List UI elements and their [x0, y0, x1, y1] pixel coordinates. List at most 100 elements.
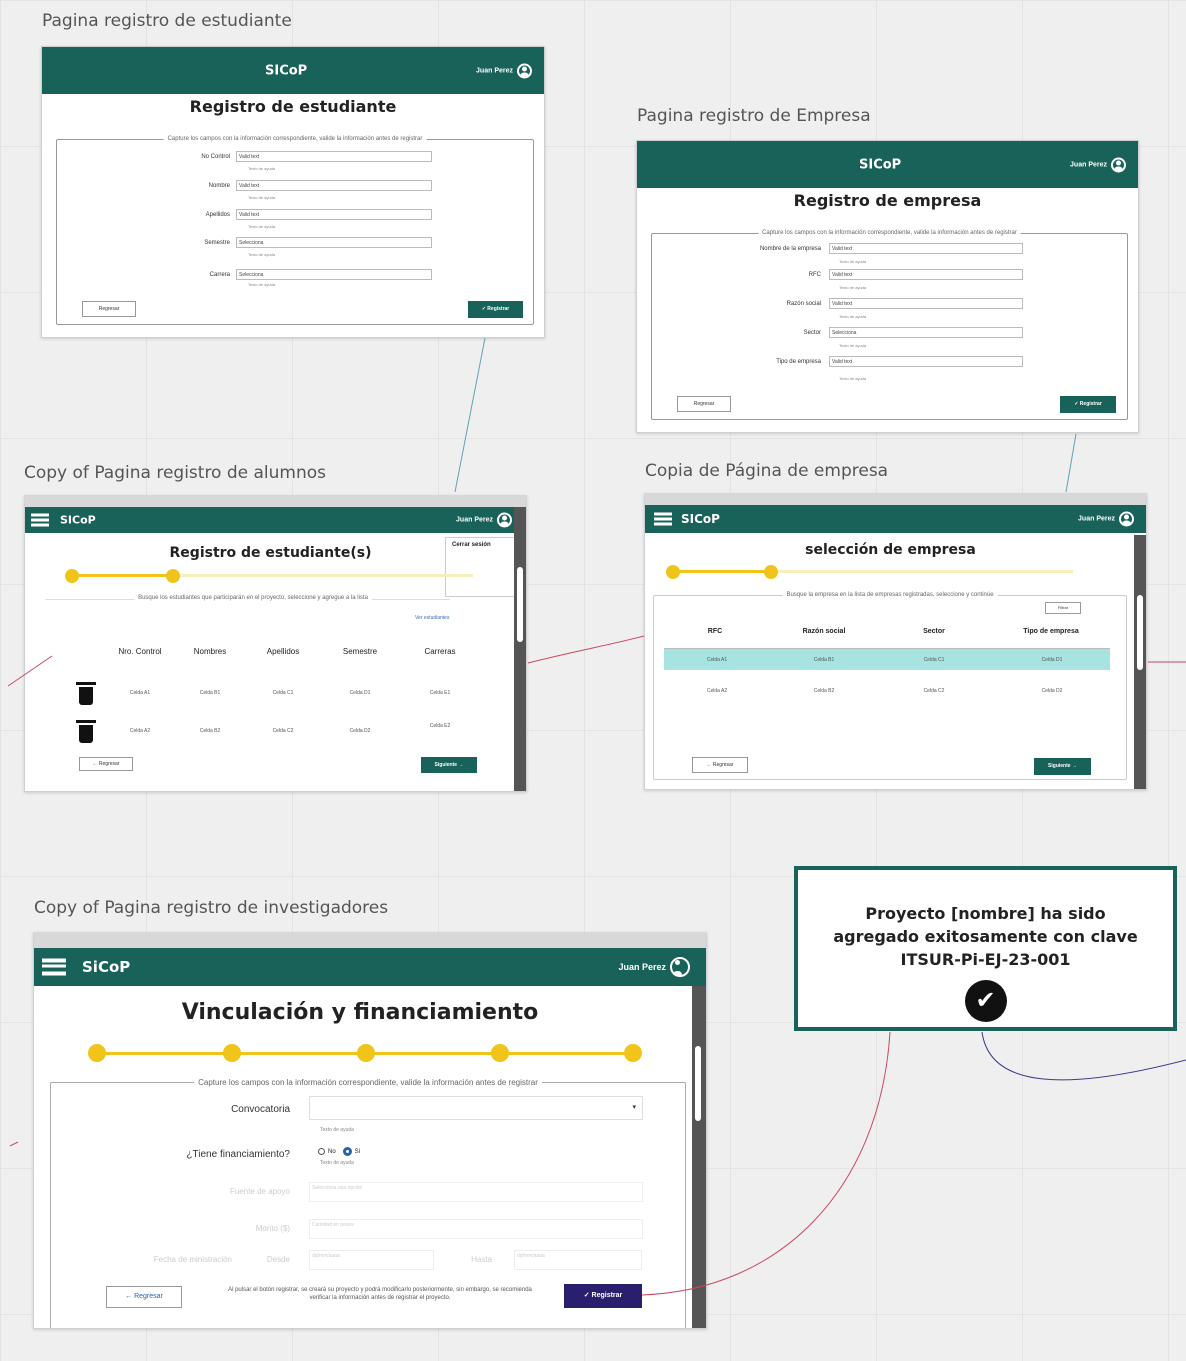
- field-row-apellidos: Apellidos Valid text: [162, 209, 432, 220]
- instruction-text: Busque la empresa en la lista de empresa…: [782, 592, 998, 598]
- user-menu[interactable]: Juan Perez: [476, 63, 532, 78]
- check-circle-icon: ✔: [964, 980, 1007, 1022]
- financing-radio-group: No Sí: [318, 1147, 360, 1156]
- col-header: Semestre: [342, 647, 378, 656]
- success-modal: Proyecto [nombre] ha sido agregado exito…: [794, 866, 1177, 1031]
- table-cell: Celda D2: [1041, 688, 1063, 694]
- scrollbar[interactable]: [692, 986, 706, 1328]
- company-name-input[interactable]: Valid text: [829, 243, 1023, 254]
- col-header: Razón social: [802, 628, 846, 635]
- user-menu[interactable]: Juan Perez: [1078, 511, 1134, 527]
- scrollbar[interactable]: [1134, 535, 1146, 789]
- date-to-input[interactable]: dd/mm/aaaa: [514, 1250, 642, 1270]
- faint-field-label: Desde: [266, 1255, 290, 1264]
- stepper-remaining: [173, 574, 473, 577]
- register-button[interactable]: ✓ Registrar: [468, 301, 523, 318]
- company-selection-frame: SICoP Juan Perez selección de empresa Bu…: [644, 493, 1147, 790]
- menu-icon[interactable]: [654, 512, 672, 526]
- no-control-input[interactable]: Valid text: [236, 151, 432, 162]
- amount-input[interactable]: Cantidad en pesos: [309, 1219, 643, 1239]
- table-cell: Celda C1: [923, 657, 945, 663]
- field-label: RFC: [808, 271, 821, 278]
- convocatoria-label: Convocatoria: [231, 1104, 290, 1115]
- table-cell: Celda B1: [813, 657, 835, 663]
- user-icon: [1119, 511, 1134, 527]
- field-help: Texto de ayuda: [248, 166, 276, 171]
- col-header: Apellidos: [266, 647, 300, 656]
- page-title: Registro de estudiante(s): [169, 545, 372, 561]
- sector-select[interactable]: Selecciona: [829, 327, 1023, 338]
- field-help: Texto de ayuda: [248, 282, 276, 287]
- field-help: Texto de ayuda: [248, 195, 276, 200]
- back-button[interactable]: Regresar: [82, 301, 136, 317]
- form-legend: Capture los campos con la información co…: [194, 1078, 542, 1087]
- menu-icon[interactable]: [42, 958, 66, 976]
- support-source-select[interactable]: Selecciona una opción: [309, 1182, 643, 1202]
- filter-button[interactable]: Filtrar: [1045, 602, 1081, 614]
- col-header: Nombres: [193, 647, 227, 656]
- top-bar: SICoP Juan Perez: [42, 47, 544, 94]
- delete-icon[interactable]: [76, 720, 96, 743]
- warning-text: Al pulsar el botón registrar, se creará …: [228, 1287, 532, 1301]
- table-row-selected[interactable]: Celda A1 Celda B1 Celda C1 Celda D1: [664, 648, 1110, 670]
- field-label: Tipo de empresa: [776, 358, 821, 365]
- col-header: Nro. Control: [118, 647, 162, 656]
- back-button[interactable]: ← Regresar: [106, 1286, 182, 1308]
- register-button[interactable]: ✓ Registrar: [1060, 396, 1116, 413]
- view-students-link[interactable]: Ver estudiantes: [415, 615, 449, 621]
- field-help: Texto de ayuda: [839, 314, 867, 319]
- menu-icon[interactable]: [31, 513, 49, 527]
- back-button[interactable]: Regresar: [677, 396, 731, 412]
- connector-line: [454, 337, 486, 493]
- frame-label: Copy of Pagina registro de alumnos: [24, 463, 327, 483]
- next-button[interactable]: Siguiente →: [1034, 758, 1091, 775]
- user-icon: [517, 63, 532, 78]
- date-from-input[interactable]: dd/mm/aaaa: [309, 1250, 434, 1270]
- rfc-input[interactable]: Valid text: [829, 269, 1023, 280]
- table-cell: Celda C1: [272, 690, 294, 696]
- radio-no[interactable]: [318, 1148, 325, 1155]
- field-row-sector: Sector Selecciona: [727, 327, 1023, 338]
- radio-si-label: Sí: [354, 1148, 361, 1155]
- convocatoria-select[interactable]: ▾: [309, 1096, 643, 1120]
- nombre-input[interactable]: Valid text: [236, 180, 432, 191]
- table-cell: Celda B2: [199, 728, 221, 734]
- table-cell: Celda A1: [706, 657, 728, 663]
- user-name: Juan Perez: [1070, 161, 1107, 168]
- field-row-nombre: Nombre Valid text: [162, 180, 432, 191]
- chevron-down-icon: ▾: [632, 1104, 636, 1111]
- back-button[interactable]: ← Regresar: [79, 757, 133, 771]
- semestre-select[interactable]: Selecciona: [236, 237, 432, 248]
- razon-social-input[interactable]: Valid text: [829, 298, 1023, 309]
- col-header: Sector: [923, 628, 945, 635]
- table-cell: Celda E1: [429, 690, 451, 696]
- form-legend: Capture los campos con la información co…: [163, 136, 427, 142]
- carrera-select[interactable]: Selecciona: [236, 269, 432, 280]
- logout-menu-item[interactable]: Cerrar sesión: [446, 538, 516, 552]
- radio-si[interactable]: [342, 1147, 352, 1156]
- next-button[interactable]: Siguiente →: [421, 757, 477, 773]
- brand-logo: SICoP: [681, 512, 720, 526]
- field-row-rfc: RFC Valid text: [727, 269, 1023, 280]
- field-help: Texto de ayuda: [248, 224, 276, 229]
- top-bar: SICoP Juan Perez: [25, 507, 526, 533]
- apellidos-input[interactable]: Valid text: [236, 209, 432, 220]
- financing-frame: SiCoP Juan Perez Vinculación y financiam…: [33, 932, 707, 1329]
- user-menu[interactable]: Juan Perez: [618, 957, 690, 977]
- scrollbar[interactable]: [514, 507, 526, 791]
- top-bar: SICoP Juan Perez: [637, 141, 1138, 188]
- register-button[interactable]: ✓ Registrar: [564, 1284, 642, 1308]
- stepper-progress: [673, 570, 773, 573]
- user-menu[interactable]: Juan Perez: [1070, 157, 1126, 172]
- faint-field-label: Fecha de ministración: [153, 1255, 232, 1264]
- step-dot: [88, 1044, 106, 1062]
- brand-logo: SICoP: [265, 63, 308, 78]
- delete-icon[interactable]: [76, 682, 96, 705]
- user-menu[interactable]: Juan Perez: [456, 512, 512, 528]
- faint-field-label: Fuente de apoyo: [229, 1187, 290, 1196]
- back-button[interactable]: ← Regresar: [692, 757, 748, 773]
- tipo-empresa-input[interactable]: Valid text: [829, 356, 1023, 367]
- connector-line: [527, 635, 645, 664]
- step-dot: [491, 1044, 509, 1062]
- table-row[interactable]: Celda A2 Celda B2 Celda C2 Celda D2: [664, 680, 1110, 702]
